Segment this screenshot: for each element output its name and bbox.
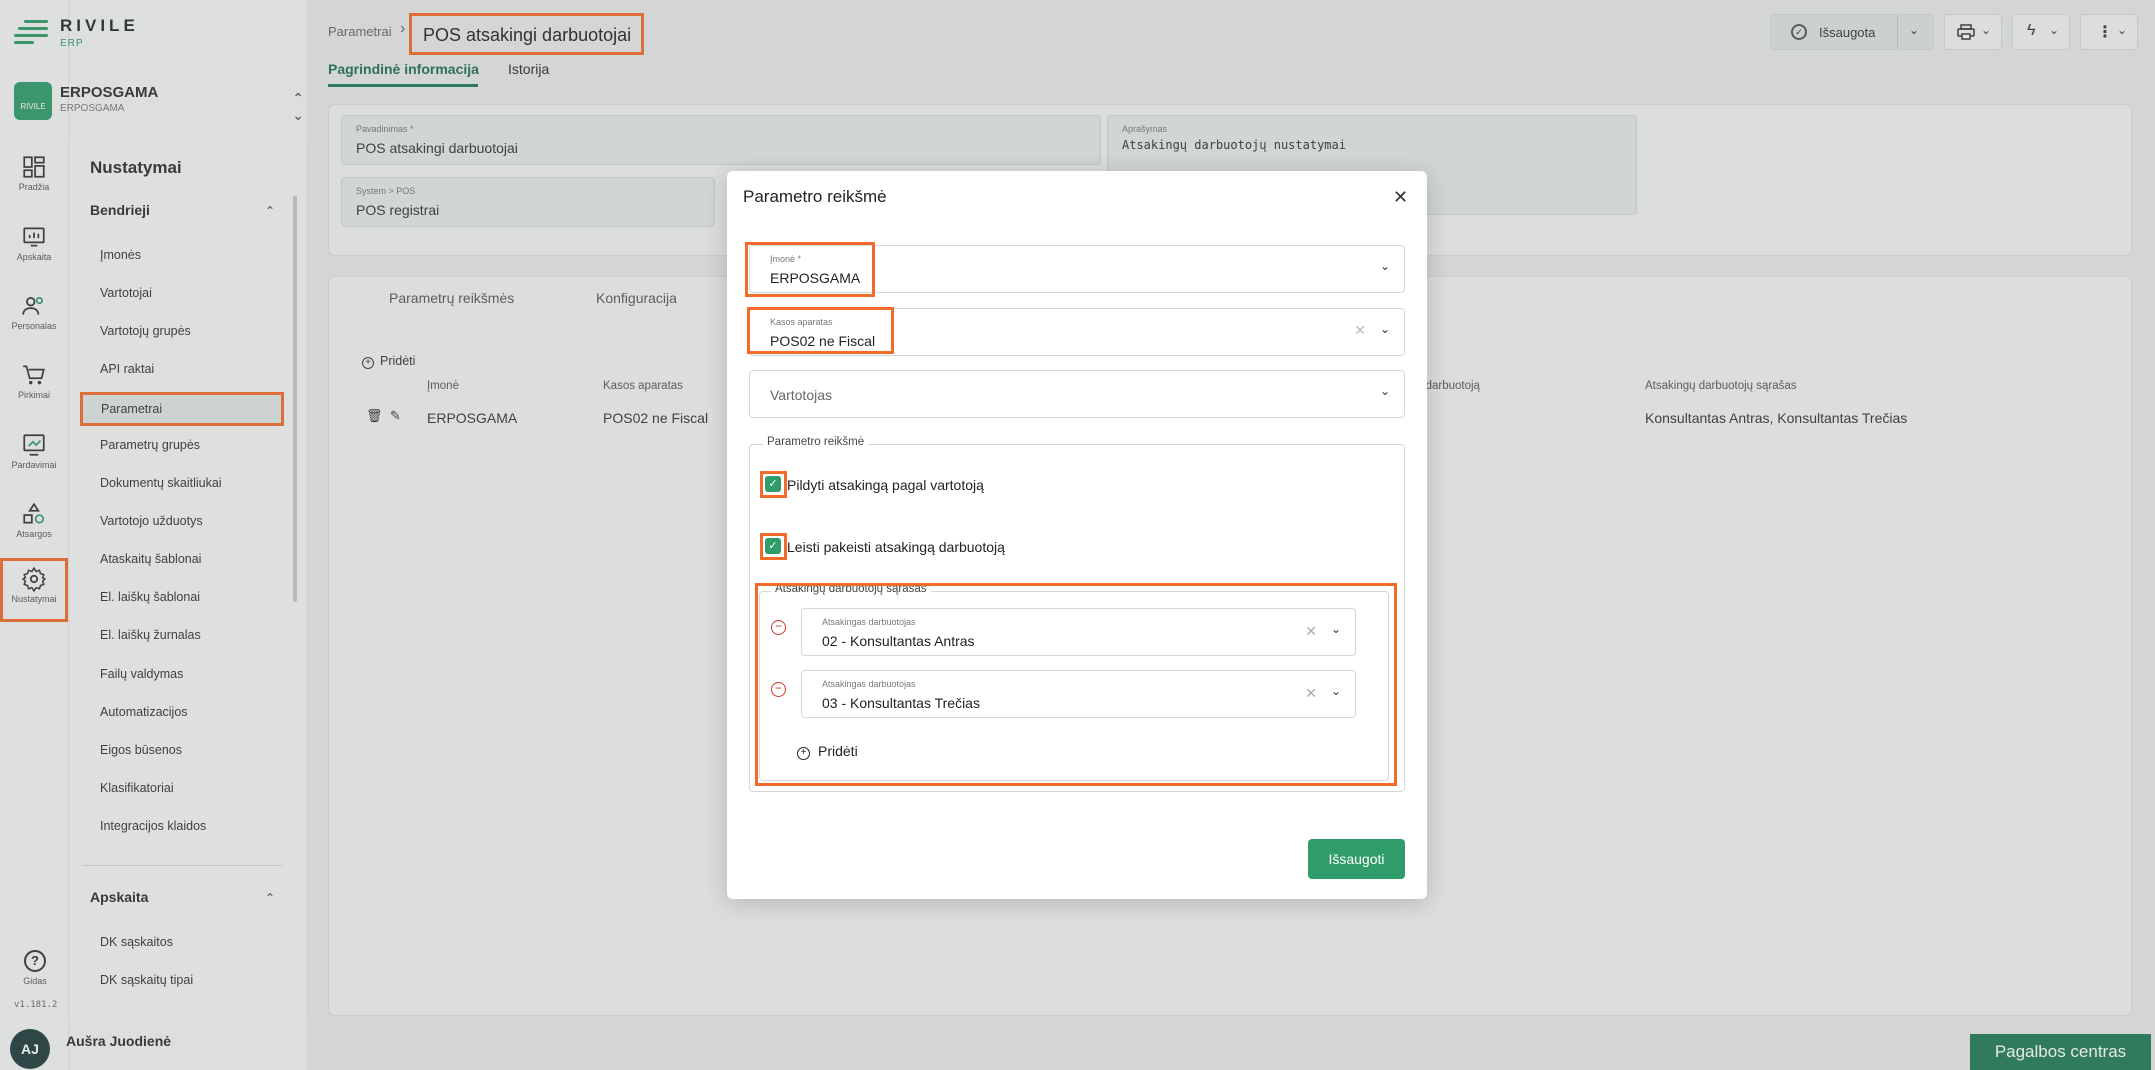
dialog-title: Parametro reikšmė xyxy=(743,187,887,206)
close-icon[interactable]: ✕ xyxy=(1393,187,1408,208)
remove-circle-icon[interactable]: − xyxy=(771,620,786,635)
employee-select-label: Atsakingas darbuotojas xyxy=(822,617,916,627)
save-button[interactable]: Išsaugoti xyxy=(1308,839,1405,879)
checkbox-allow-change[interactable]: ✓ xyxy=(765,538,781,554)
clear-icon[interactable]: ✕ xyxy=(1305,623,1317,640)
employee-select-1[interactable]: Atsakingas darbuotojas 02 - Konsultantas… xyxy=(801,608,1356,656)
add-employee-button[interactable]: + Pridėti xyxy=(797,743,858,760)
chevron-down-icon: ⌄ xyxy=(1379,384,1390,398)
register-select[interactable]: Kasos aparatas POS02 ne Fiscal ✕ ⌄ xyxy=(749,308,1405,356)
user-select[interactable]: Vartotojas ⌄ xyxy=(749,370,1405,418)
remove-circle-icon[interactable]: − xyxy=(771,682,786,697)
chevron-down-icon: ⌄ xyxy=(1379,259,1390,273)
employee-select-value: 03 - Konsultantas Trečias xyxy=(822,695,980,711)
company-select-label: Įmonė * xyxy=(770,254,802,264)
register-select-label: Kasos aparatas xyxy=(770,317,833,327)
checkbox-fill-by-user-label: Pildyti atsakingą pagal vartotoją xyxy=(787,477,984,493)
parameter-value-dialog: Parametro reikšmė ✕ Įmonė * ERPOSGAMA ⌄ … xyxy=(727,171,1427,899)
company-select-value: ERPOSGAMA xyxy=(770,270,861,286)
employee-select-label: Atsakingas darbuotojas xyxy=(822,679,916,689)
register-select-value: POS02 ne Fiscal xyxy=(770,333,876,349)
chevron-down-icon: ⌄ xyxy=(1379,322,1390,336)
company-select[interactable]: Įmonė * ERPOSGAMA ⌄ xyxy=(749,245,1405,293)
checkbox-allow-change-label: Leisti pakeisti atsakingą darbuotoją xyxy=(787,539,1005,555)
clear-icon[interactable]: ✕ xyxy=(1305,685,1317,702)
user-select-placeholder: Vartotojas xyxy=(770,387,832,403)
employee-select-2[interactable]: Atsakingas darbuotojas 03 - Konsultantas… xyxy=(801,670,1356,718)
checkbox-fill-by-user[interactable]: ✓ xyxy=(765,476,781,492)
chevron-down-icon: ⌄ xyxy=(1330,622,1341,636)
fieldset-legend: Parametro reikšmė xyxy=(763,436,869,448)
add-employee-label: Pridėti xyxy=(818,743,858,759)
clear-icon[interactable]: ✕ xyxy=(1354,322,1366,339)
chevron-down-icon: ⌄ xyxy=(1330,684,1341,698)
employee-select-value: 02 - Konsultantas Antras xyxy=(822,633,975,649)
employee-list-legend: Atsakingų darbuotojų sąrašas xyxy=(771,583,931,595)
plus-circle-icon: + xyxy=(797,747,810,760)
